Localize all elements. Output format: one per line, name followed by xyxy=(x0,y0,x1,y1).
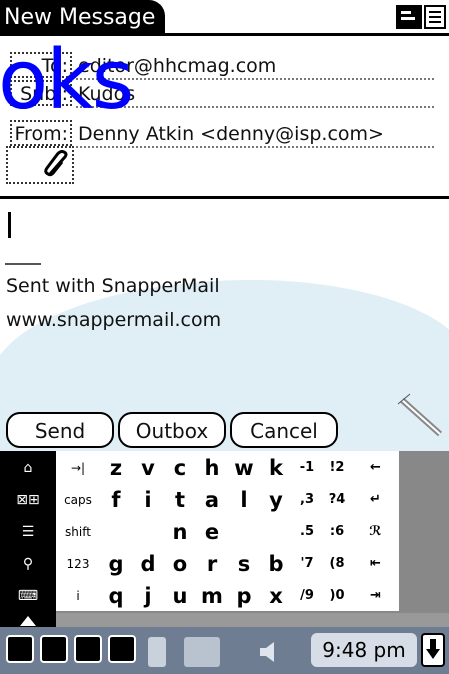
key-x[interactable]: x xyxy=(260,579,292,611)
details-icon[interactable] xyxy=(424,5,446,29)
key-f[interactable]: f xyxy=(100,483,132,515)
key-a[interactable]: a xyxy=(196,483,228,515)
home-icon[interactable]: ⌂ xyxy=(0,455,56,482)
key-8[interactable]: (8 xyxy=(322,547,352,579)
menu-icon[interactable] xyxy=(396,5,422,29)
key-n[interactable]: n xyxy=(164,515,196,547)
app-switch-icon[interactable]: ⊠⊞ xyxy=(0,487,56,514)
key-shift[interactable]: shift xyxy=(56,515,100,547)
key-z[interactable]: z xyxy=(100,451,132,483)
key-g[interactable]: g xyxy=(100,547,132,579)
key-sym9[interactable]: ⇤ xyxy=(352,547,399,579)
paperclip-icon xyxy=(44,150,68,177)
key-p[interactable]: p xyxy=(228,579,260,611)
message-body[interactable] xyxy=(0,198,449,403)
find-icon[interactable] xyxy=(74,635,102,663)
key-blank6[interactable] xyxy=(260,515,292,547)
menu-icon[interactable]: ☰ xyxy=(0,519,56,546)
key-i[interactable]: i xyxy=(132,483,164,515)
send-button[interactable]: Send xyxy=(6,412,114,448)
key-j[interactable]: j xyxy=(132,579,164,611)
key-sym9[interactable]: ℛ xyxy=(352,515,399,547)
speaker-icon[interactable] xyxy=(258,640,288,664)
keyboard-icon[interactable]: ⌨ xyxy=(0,583,56,610)
key-blank5[interactable] xyxy=(228,515,260,547)
side-keys: ⌂ ⊠⊞ ☰ ⚲ ⌨ xyxy=(0,451,56,613)
key-w[interactable]: w xyxy=(228,451,260,483)
key-6[interactable]: :6 xyxy=(322,515,352,547)
key-sym9[interactable]: ↵ xyxy=(352,483,399,515)
key-m[interactable]: m xyxy=(196,579,228,611)
watermark-text: oks xyxy=(0,33,134,128)
key-k[interactable]: k xyxy=(260,451,292,483)
key-q[interactable]: q xyxy=(100,579,132,611)
stylus-icon xyxy=(397,393,443,437)
key-l[interactable]: l xyxy=(228,483,260,515)
key-blank1[interactable] xyxy=(100,515,132,547)
key-d[interactable]: d xyxy=(132,547,164,579)
keyboard-grid: →| z v c h w k -1 !2 ← caps f i t a l y ,3 ?4 ↵ shift n e .5:6 ℛ… xyxy=(56,451,449,613)
from-underline xyxy=(76,146,434,148)
key-123[interactable]: 123 xyxy=(56,547,100,579)
key-v[interactable]: v xyxy=(132,451,164,483)
key-b[interactable]: b xyxy=(260,547,292,579)
window-title: New Message xyxy=(0,0,166,36)
outbox-button[interactable]: Outbox xyxy=(118,412,226,448)
find-icon[interactable]: ⚲ xyxy=(0,551,56,578)
key-5[interactable]: .5 xyxy=(292,515,322,547)
key-1[interactable]: -1 xyxy=(292,451,322,483)
key-o[interactable]: o xyxy=(164,547,196,579)
key-sym0[interactable]: →| xyxy=(56,451,100,483)
key-0[interactable]: )0 xyxy=(322,579,352,611)
key-sym9[interactable]: ⇥ xyxy=(352,579,399,611)
attachment-button[interactable] xyxy=(6,146,74,184)
menu-icon[interactable] xyxy=(40,635,68,663)
key-3[interactable]: ,3 xyxy=(292,483,322,515)
scroll-down-button[interactable] xyxy=(421,633,445,667)
key-2[interactable]: !2 xyxy=(322,451,352,483)
key-blank2[interactable] xyxy=(132,515,164,547)
key-e[interactable]: e xyxy=(196,515,228,547)
key-9[interactable]: /9 xyxy=(292,579,322,611)
keyboard-nav-bar xyxy=(0,613,449,627)
key-h[interactable]: h xyxy=(196,451,228,483)
cancel-button[interactable]: Cancel xyxy=(230,412,338,448)
scroll-up-button[interactable] xyxy=(0,613,56,627)
clock[interactable]: 9:48 pm xyxy=(311,633,417,667)
home-icon[interactable] xyxy=(6,635,34,663)
windows-icon[interactable] xyxy=(184,637,220,667)
key-r[interactable]: r xyxy=(196,547,228,579)
key-u[interactable]: u xyxy=(164,579,196,611)
battery-icon xyxy=(148,637,166,667)
key-caps[interactable]: caps xyxy=(56,483,100,515)
key-t[interactable]: t xyxy=(164,483,196,515)
key-c[interactable]: c xyxy=(164,451,196,483)
key-7[interactable]: '7 xyxy=(292,547,322,579)
keyboard-icon[interactable] xyxy=(108,635,136,663)
key-i[interactable]: i xyxy=(56,579,100,611)
key-sym9[interactable]: ← xyxy=(352,451,399,483)
key-4[interactable]: ?4 xyxy=(322,483,352,515)
key-s[interactable]: s xyxy=(228,547,260,579)
key-y[interactable]: y xyxy=(260,483,292,515)
